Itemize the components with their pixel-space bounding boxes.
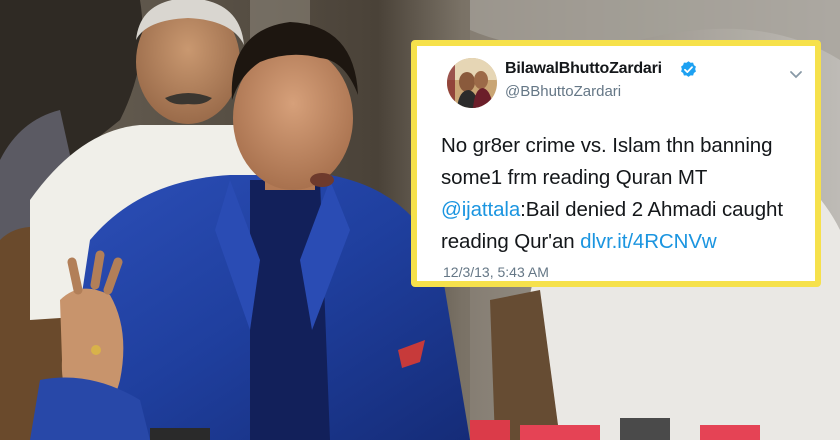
tweet-line-text: reading Qur'an: [441, 230, 581, 253]
mention-link[interactable]: @ijattala: [441, 198, 520, 221]
tweet-timestamp[interactable]: 12/3/13, 5:43 AM: [443, 264, 549, 280]
url-link[interactable]: dlvr.it/4RCNVw: [580, 230, 717, 253]
avatar-image: [447, 58, 497, 108]
chevron-down-icon[interactable]: [789, 70, 803, 80]
tweet-line: reading Qur'an dlvr.it/4RCNVw: [441, 226, 811, 258]
tweet-text: No gr8er crime vs. Islam thn banning som…: [441, 130, 811, 258]
user-handle[interactable]: @BBhuttoZardari: [505, 83, 621, 100]
tweet-line: @ijattala:Bail denied 2 Ahmadi caught: [441, 194, 811, 226]
display-name[interactable]: BilawalBhuttoZardari: [505, 60, 662, 78]
verified-badge-icon: [681, 61, 696, 77]
tweet-line: No gr8er crime vs. Islam thn banning: [441, 134, 773, 157]
tweet-line-text: :Bail denied 2 Ahmadi caught: [520, 198, 783, 221]
tweet-line: some1 frm reading Quran MT: [441, 166, 708, 189]
profile-avatar[interactable]: [447, 58, 497, 108]
tweet-card: BilawalBhuttoZardari @BBhuttoZardari No …: [411, 40, 821, 287]
